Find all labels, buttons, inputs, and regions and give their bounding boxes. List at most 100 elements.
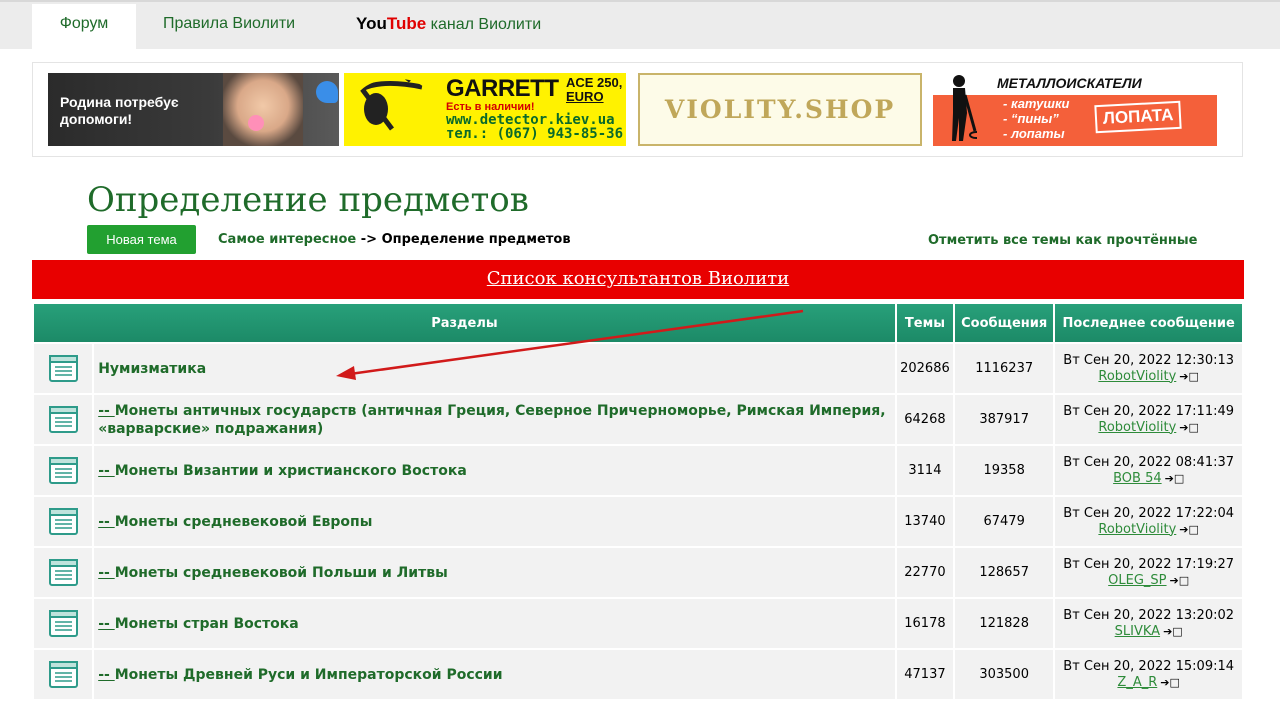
banner-garrett[interactable]: GARRETT ACE 250, EURO Есть в наличии! www…: [344, 73, 626, 146]
topics-count: 47137: [896, 650, 954, 699]
last-post-cell: Вт Сен 20, 2022 08:41:37 BOB 54 ➔□: [1055, 446, 1242, 495]
forum-folder-icon: [48, 508, 78, 535]
posts-count: 303500: [955, 650, 1054, 699]
garrett-brand: GARRETT: [446, 75, 559, 102]
section-name-cell: -- Монеты средневековой Европы: [94, 497, 895, 546]
section-link[interactable]: -- Монеты Древней Руси и Императорской Р…: [98, 667, 502, 683]
last-post-cell: Вт Сен 20, 2022 17:22:04 RobotViolity ➔□: [1055, 497, 1242, 546]
section-name: Нумизматика: [98, 360, 207, 377]
last-post-user-link[interactable]: RobotViolity: [1098, 420, 1176, 435]
last-post-cell: Вт Сен 20, 2022 15:09:14 Z_A_R ➔□: [1055, 650, 1242, 699]
child-photo: [223, 73, 303, 146]
row-icon-cell: [34, 395, 93, 444]
nav-tab-rules[interactable]: Правила Виолити: [163, 4, 295, 51]
goto-last-post-icon[interactable]: ➔□: [1170, 573, 1190, 589]
last-post-date: Вт Сен 20, 2022 08:41:37: [1063, 454, 1235, 470]
header-last-post: Последнее сообщение: [1055, 304, 1242, 342]
lopata-brand: ЛОПАТА: [1094, 100, 1183, 134]
goto-last-post-icon[interactable]: ➔□: [1165, 471, 1185, 487]
posts-count: 387917: [955, 395, 1054, 444]
last-post-date: Вт Сен 20, 2022 17:22:04: [1063, 505, 1235, 521]
nav-tab-youtube[interactable]: YouTube канал Виолити: [356, 4, 541, 51]
violity-shop-text: VIOLITY.SHOP: [664, 95, 896, 124]
nav-tab-forum[interactable]: Форум: [32, 4, 136, 51]
last-post-user-link[interactable]: RobotViolity: [1098, 369, 1176, 384]
section-name: Монеты стран Востока: [114, 615, 299, 632]
last-post-user-link[interactable]: RobotViolity: [1098, 522, 1176, 537]
row-icon-cell: [34, 497, 93, 546]
header-sections: Разделы: [34, 304, 895, 342]
digger-silhouette-icon: [952, 75, 977, 141]
section-link[interactable]: -- Монеты средневековой Польши и Литвы: [98, 565, 448, 581]
last-post-date: Вт Сен 20, 2022 13:20:02: [1063, 607, 1235, 623]
consultants-link[interactable]: Список консультантов Виолити: [487, 268, 789, 289]
table-header-row: Разделы Темы Сообщения Последнее сообщен…: [34, 304, 1242, 342]
posts-count: 19358: [955, 446, 1054, 495]
goto-last-post-icon[interactable]: ➔□: [1179, 420, 1199, 436]
last-post-user-link[interactable]: BOB 54: [1113, 471, 1162, 486]
garrett-model: ACE 250, EURO: [566, 75, 623, 104]
posts-count: 1116237: [955, 344, 1054, 393]
mark-all-read-link[interactable]: Отметить все темы как прочтённые: [928, 233, 1197, 248]
last-post-cell: Вт Сен 20, 2022 13:20:02 SLIVKA ➔□: [1055, 599, 1242, 648]
table-row: -- Монеты античных государств (античная …: [34, 395, 1242, 444]
last-post-author-line: OLEG_SP ➔□: [1055, 573, 1242, 589]
section-link[interactable]: -- Монеты Византии и христианского Восто…: [98, 463, 467, 479]
topics-count: 3114: [896, 446, 954, 495]
goto-last-post-icon[interactable]: ➔□: [1163, 624, 1183, 640]
last-post-date: Вт Сен 20, 2022 15:09:14: [1063, 658, 1235, 674]
topics-count: 202686: [896, 344, 954, 393]
new-topic-button[interactable]: Новая тема: [87, 225, 196, 254]
last-post-author-line: SLIVKA ➔□: [1055, 624, 1242, 640]
row-icon-cell: [34, 446, 93, 495]
top-nav-bar: Форум Правила Виолити YouTube канал Виол…: [0, 0, 1280, 51]
last-post-date: Вт Сен 20, 2022 12:30:13: [1063, 352, 1235, 368]
last-post-user-link[interactable]: OLEG_SP: [1108, 573, 1166, 588]
row-icon-cell: [34, 599, 93, 648]
forum-folder-icon: [48, 610, 78, 637]
section-link[interactable]: -- Монеты античных государств (античная …: [98, 403, 885, 437]
forum-folder-icon: [48, 559, 78, 586]
forum-folder-icon: [48, 355, 78, 382]
section-prefix: --: [98, 402, 115, 419]
section-name: Монеты средневековой Европы: [114, 513, 373, 530]
last-post-user-link[interactable]: Z_A_R: [1117, 675, 1157, 690]
banner-violity-shop[interactable]: VIOLITY.SHOP: [638, 73, 922, 146]
section-name: Монеты средневековой Польши и Литвы: [114, 564, 448, 581]
section-name-cell: -- Монеты стран Востока: [94, 599, 895, 648]
header-posts: Сообщения: [955, 304, 1054, 342]
topics-count: 64268: [896, 395, 954, 444]
forum-folder-icon: [48, 661, 78, 688]
forum-sections-table: Разделы Темы Сообщения Последнее сообщен…: [32, 302, 1244, 701]
pacifier-shape: [248, 115, 264, 131]
breadcrumb-separator: ->: [356, 232, 382, 247]
goto-last-post-icon[interactable]: ➔□: [1179, 369, 1199, 385]
youtube-channel-label: канал Виолити: [426, 16, 542, 33]
lopata-items: - катушки - “пины” - лопаты: [1003, 96, 1070, 141]
section-prefix: --: [98, 513, 115, 530]
section-name-cell: -- Монеты античных государств (античная …: [94, 395, 895, 444]
heart-hands-icon: [316, 81, 338, 103]
section-name: Монеты античных государств (античная Гре…: [98, 402, 886, 437]
banner-lopata[interactable]: МЕТАЛЛОИСКАТЕЛИ - катушки - “пины” - лоп…: [933, 73, 1217, 146]
last-post-date: Вт Сен 20, 2022 17:19:27: [1063, 556, 1235, 572]
section-name-cell: Нумизматика: [94, 344, 895, 393]
last-post-author-line: Z_A_R ➔□: [1055, 675, 1242, 691]
banner-help-ukraine[interactable]: Родина потребує допомоги!: [48, 73, 339, 146]
goto-last-post-icon[interactable]: ➔□: [1179, 522, 1199, 538]
last-post-user-link[interactable]: SLIVKA: [1115, 624, 1160, 639]
breadcrumb: Самое интересное -> Определение предмето…: [218, 232, 571, 247]
row-icon-cell: [34, 548, 93, 597]
section-link[interactable]: -- Монеты стран Востока: [98, 616, 299, 632]
goto-last-post-icon[interactable]: ➔□: [1160, 675, 1180, 691]
table-row: -- Монеты Древней Руси и Императорской Р…: [34, 650, 1242, 699]
posts-count: 121828: [955, 599, 1054, 648]
garrett-contacts: www.detector.kiev.ua тел.: (067) 943-85-3…: [446, 112, 624, 142]
last-post-cell: Вт Сен 20, 2022 17:11:49 RobotViolity ➔□: [1055, 395, 1242, 444]
topics-count: 13740: [896, 497, 954, 546]
section-link[interactable]: Нумизматика: [98, 361, 206, 377]
section-link[interactable]: -- Монеты средневековой Европы: [98, 514, 372, 530]
last-post-author-line: RobotViolity ➔□: [1055, 522, 1242, 538]
breadcrumb-link-interesting[interactable]: Самое интересное: [218, 232, 356, 247]
last-post-author-line: RobotViolity ➔□: [1055, 369, 1242, 385]
